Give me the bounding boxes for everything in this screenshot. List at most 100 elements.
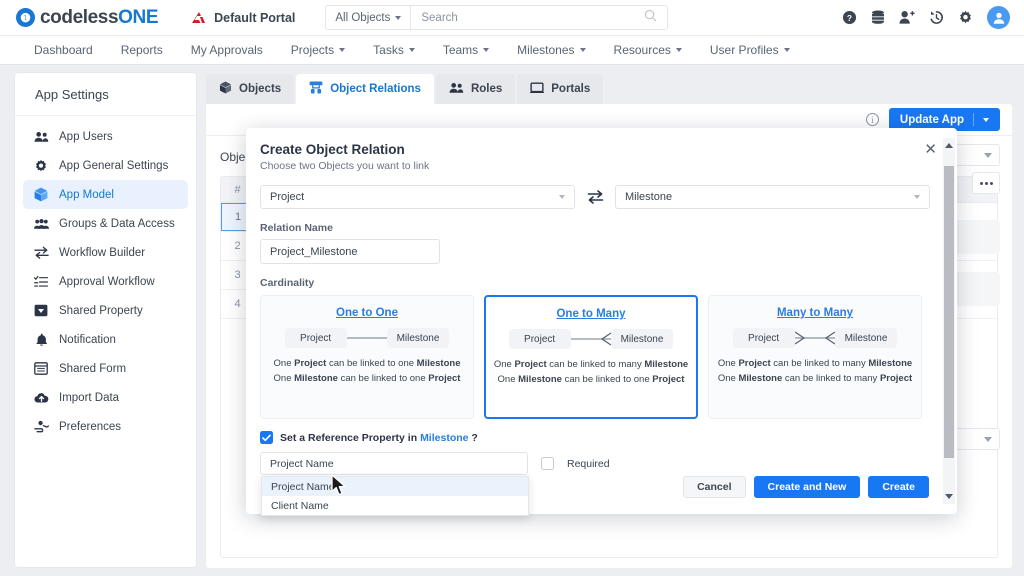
gear-icon bbox=[33, 159, 49, 173]
nav-item-tasks[interactable]: Tasks bbox=[359, 36, 429, 65]
info-icon[interactable]: i bbox=[865, 113, 879, 126]
sidebar-item-app-general-settings[interactable]: App General Settings bbox=[23, 151, 188, 180]
target-object-select[interactable]: Milestone bbox=[615, 185, 930, 209]
app-settings-sidebar: App Settings App Users App General Setti… bbox=[14, 72, 197, 568]
card-description: One Project can be linked to one Milesto… bbox=[274, 358, 461, 384]
window-icon bbox=[530, 81, 545, 97]
create-button[interactable]: Create bbox=[868, 476, 929, 498]
dialog-title: Create Object Relation bbox=[260, 142, 405, 157]
reference-property-row[interactable]: Set a Reference Property in Milestone ? bbox=[260, 431, 941, 444]
reference-property-checkbox[interactable] bbox=[260, 431, 273, 444]
diagram-right-entity: Milestone bbox=[386, 328, 450, 348]
cancel-button[interactable]: Cancel bbox=[683, 476, 746, 498]
sidebar-item-preferences[interactable]: Preferences bbox=[23, 412, 188, 441]
sidebar-item-shared-form[interactable]: Shared Form bbox=[23, 354, 188, 383]
close-icon[interactable]: ✕ bbox=[924, 142, 937, 157]
bell-icon bbox=[33, 333, 49, 347]
chevron-down-icon bbox=[984, 436, 992, 442]
user-avatar-icon[interactable] bbox=[987, 6, 1010, 29]
history-icon[interactable] bbox=[929, 10, 944, 25]
dropdown-option-project-name[interactable]: Project Name bbox=[262, 477, 528, 496]
add-user-icon[interactable] bbox=[899, 10, 915, 25]
sidebar-item-label: App General Settings bbox=[59, 159, 169, 172]
help-icon[interactable]: ? bbox=[842, 10, 857, 25]
nav-item-teams[interactable]: Teams bbox=[429, 36, 503, 65]
sidebar-item-app-model[interactable]: App Model bbox=[23, 180, 188, 209]
create-and-new-button[interactable]: Create and New bbox=[753, 476, 861, 498]
logo-text: codelessONE bbox=[40, 6, 159, 29]
top-bar: ❶ codelessONE Default Portal All Objects… bbox=[0, 0, 1024, 36]
source-object-select[interactable]: Project bbox=[260, 185, 575, 209]
button-divider bbox=[973, 113, 974, 126]
cardinality-label: Cardinality bbox=[260, 277, 315, 289]
diagram-left-entity: Project bbox=[732, 328, 795, 348]
many-to-many-connector-icon bbox=[794, 331, 835, 345]
sidebar-item-notification[interactable]: Notification bbox=[23, 325, 188, 354]
relation-name-value: Project_Milestone bbox=[270, 245, 358, 258]
nav-item-dashboard[interactable]: Dashboard bbox=[20, 36, 107, 65]
search-bar: All Objects bbox=[325, 5, 669, 30]
sidebar-item-label: Groups & Data Access bbox=[59, 217, 175, 230]
nav-item-milestones[interactable]: Milestones bbox=[503, 36, 599, 65]
relations-icon bbox=[309, 81, 323, 97]
cardinality-card-one-to-many[interactable]: One to Many Project Milestone One Projec… bbox=[484, 295, 698, 419]
property-select[interactable]: Project Name Project Name Client Name bbox=[260, 452, 529, 516]
object-scope-selector[interactable]: All Objects bbox=[326, 6, 412, 29]
property-select-value: Project Name bbox=[270, 457, 334, 470]
one-to-one-connector-icon bbox=[346, 337, 387, 339]
search-icon[interactable] bbox=[644, 9, 657, 27]
swap-icon[interactable] bbox=[575, 190, 615, 204]
logo-text-a: codeless bbox=[40, 6, 119, 28]
row-actions-button[interactable] bbox=[972, 172, 1000, 194]
app-logo[interactable]: ❶ codelessONE bbox=[16, 6, 159, 29]
nav-item-my-approvals[interactable]: My Approvals bbox=[177, 36, 277, 65]
tab-roles[interactable]: Roles bbox=[435, 74, 516, 104]
tab-object-relations[interactable]: Object Relations bbox=[296, 74, 434, 104]
diagram-left-entity: Project bbox=[508, 329, 571, 349]
cardinality-card-many-to-many[interactable]: Many to Many Project Milestone One Proje… bbox=[708, 295, 922, 419]
scrollbar-thumb[interactable] bbox=[944, 166, 954, 458]
sidebar-item-approval-workflow[interactable]: Approval Workflow bbox=[23, 267, 188, 296]
required-label: Required bbox=[567, 457, 610, 470]
mouse-cursor bbox=[331, 474, 349, 503]
sidebar-item-app-users[interactable]: App Users bbox=[23, 122, 188, 151]
sidebar-item-import-data[interactable]: Import Data bbox=[23, 383, 188, 412]
tab-label: Objects bbox=[239, 83, 282, 95]
sidebar-item-label: Preferences bbox=[59, 420, 122, 433]
cube-icon bbox=[33, 187, 49, 202]
chevron-down-icon bbox=[483, 48, 490, 52]
sidebar-item-groups-data-access[interactable]: Groups & Data Access bbox=[23, 209, 188, 238]
scroll-down-arrow-icon[interactable] bbox=[945, 494, 953, 499]
nav-label: Resources bbox=[613, 42, 671, 57]
cardinality-card-one-to-one[interactable]: One to One Project Milestone One Project… bbox=[260, 295, 474, 419]
card-title: One to Many bbox=[556, 308, 626, 320]
required-checkbox[interactable] bbox=[541, 457, 554, 470]
sidebar-item-workflow-builder[interactable]: Workflow Builder bbox=[23, 238, 188, 267]
card-line-2: One Milestone can be linked to many Proj… bbox=[717, 373, 913, 384]
tab-objects[interactable]: Objects bbox=[206, 74, 295, 104]
dialog-scrollbar[interactable] bbox=[943, 138, 955, 504]
nav-item-reports[interactable]: Reports bbox=[107, 36, 177, 65]
nav-item-resources[interactable]: Resources bbox=[600, 36, 696, 65]
gear-icon[interactable] bbox=[958, 10, 973, 25]
relation-name-input[interactable]: Project_Milestone bbox=[260, 239, 440, 264]
logo-text-b: ONE bbox=[118, 6, 159, 28]
object-scope-label: All Objects bbox=[335, 11, 391, 24]
portal-selector[interactable]: Default Portal bbox=[190, 11, 295, 25]
card-title: Many to Many bbox=[776, 307, 854, 319]
tab-portals[interactable]: Portals bbox=[517, 74, 604, 104]
sidebar-item-shared-property[interactable]: Shared Property bbox=[23, 296, 188, 325]
property-dropdown-list: Project Name Client Name bbox=[261, 476, 529, 516]
search-input[interactable] bbox=[411, 11, 645, 24]
database-icon[interactable] bbox=[871, 10, 885, 25]
card-description: One Project can be linked to many Milest… bbox=[494, 359, 688, 385]
nav-item-user-profiles[interactable]: User Profiles bbox=[696, 36, 804, 65]
diagram-left-entity: Project bbox=[284, 328, 347, 348]
nav-item-projects[interactable]: Projects bbox=[277, 36, 359, 65]
scroll-up-arrow-icon[interactable] bbox=[945, 143, 953, 148]
dropdown-option-client-name[interactable]: Client Name bbox=[262, 496, 528, 515]
sidebar-item-label: App Users bbox=[59, 130, 113, 143]
chevron-down-icon bbox=[339, 48, 346, 52]
tab-label: Roles bbox=[470, 83, 503, 95]
cloud-upload-icon bbox=[33, 392, 49, 404]
